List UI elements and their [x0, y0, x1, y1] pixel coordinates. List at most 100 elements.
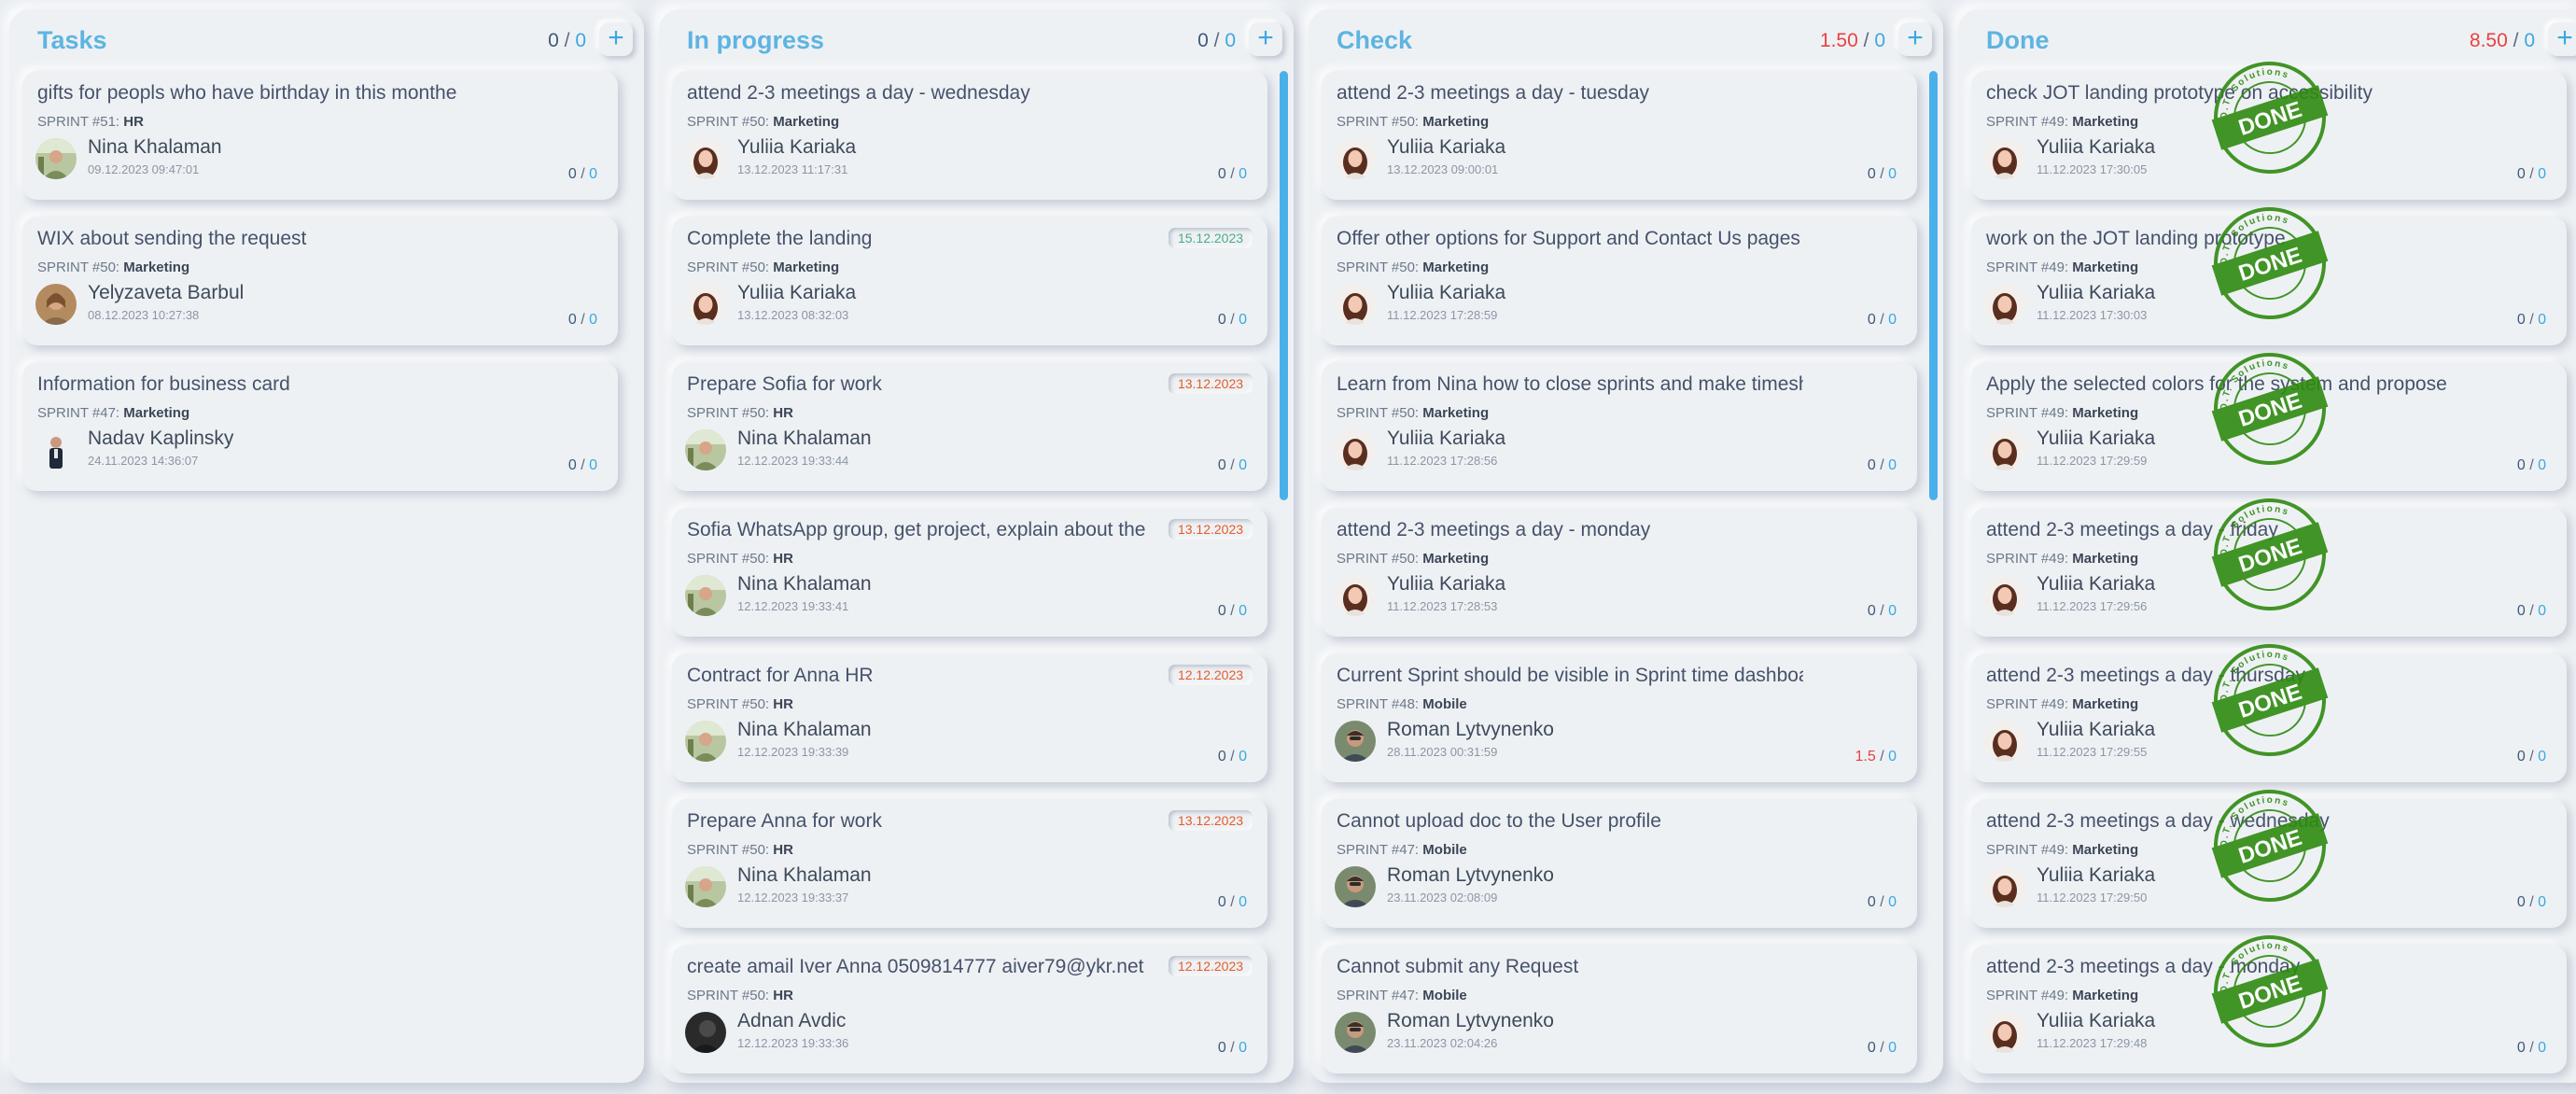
avatar — [685, 138, 726, 179]
task-card[interactable]: Apply the selected colors for the system… — [1971, 350, 2567, 491]
task-card[interactable]: Offer other options for Support and Cont… — [1322, 217, 1917, 345]
count-separator: / — [1875, 603, 1889, 619]
sprint-number: SPRINT #50: — [687, 988, 770, 1003]
task-card[interactable]: Cannot upload doc to the User profile SPR… — [1322, 799, 1917, 928]
task-card[interactable]: Prepare Sofia for work SPRINT #50: HR Nina… — [672, 362, 1267, 491]
avatar — [35, 138, 77, 179]
avatar — [35, 284, 77, 325]
sprint-team: HR — [123, 114, 144, 130]
task-card[interactable]: Information for business card SPRINT #47:… — [22, 362, 618, 491]
count-value: 0 — [2516, 312, 2526, 328]
count-separator: / — [1208, 30, 1225, 51]
avatar — [1335, 138, 1376, 179]
task-card[interactable]: Learn from Nina how to close sprints and… — [1322, 362, 1917, 491]
task-sprint: SPRINT #50: Marketing — [1337, 405, 1489, 421]
count-separator: / — [2525, 749, 2539, 764]
column-header: Check 1.50 / 0 + — [1309, 9, 1943, 75]
count-separator: / — [1875, 457, 1889, 473]
count-separator: / — [1875, 749, 1889, 764]
task-hours-count: 0 / 0 — [1868, 457, 1897, 474]
column-check: Check 1.50 / 0 + attend 2-3 meetings a day … — [1309, 9, 1943, 1083]
avatar — [1984, 721, 2025, 762]
task-hours-count: 0 / 0 — [568, 312, 597, 329]
task-title: Offer other options for Support and Cont… — [1337, 228, 1800, 249]
task-card[interactable]: Complete the landing SPRINT #50: Marketin… — [672, 217, 1267, 345]
task-hours-count: 0 / 0 — [1868, 894, 1897, 911]
task-sprint: SPRINT #49: Marketing — [1986, 259, 2138, 275]
column-title: Done — [1986, 26, 2050, 54]
task-title: Complete the landing — [687, 228, 873, 249]
add-task-button[interactable]: + — [1249, 22, 1282, 56]
task-card[interactable]: attend 2-3 meetings a day - tuesday SPRIN… — [1322, 71, 1917, 200]
task-card[interactable]: attend 2-3 meetings a day - wednesday SPR… — [1971, 787, 2567, 928]
task-card[interactable]: Current Sprint should be visible in Spri… — [1322, 653, 1917, 782]
count-value: 0 — [2516, 749, 2526, 764]
sprint-number: SPRINT #49: — [1986, 259, 2069, 275]
task-card[interactable]: gifts for peopls who have birthday in th… — [22, 71, 618, 200]
count-value: 0 — [2516, 457, 2526, 473]
task-timestamp: 13.12.2023 08:32:03 — [737, 308, 849, 322]
count-value: 0 — [2516, 1040, 2526, 1056]
count-value: 0 — [567, 166, 577, 182]
task-title: Current Sprint should be visible in Spri… — [1337, 665, 1803, 686]
task-card[interactable]: attend 2-3 meetings a day - friday SPRINT… — [1971, 496, 2567, 637]
assignee-name: Yuliia Kariaka — [2037, 1010, 2156, 1031]
sprint-number: SPRINT #50: — [1337, 405, 1420, 421]
assignee-name: Yuliia Kariaka — [1387, 428, 1506, 449]
task-card[interactable]: Prepare Anna for work SPRINT #50: HR Nina … — [672, 799, 1267, 928]
sprint-number: SPRINT #50: — [687, 259, 770, 275]
sprint-number: SPRINT #47: — [37, 405, 120, 421]
task-card[interactable]: Sofia WhatsApp group, get project, expla… — [672, 508, 1267, 637]
count-separator: / — [1225, 749, 1239, 764]
count-separator: / — [1225, 312, 1239, 328]
task-hours-count: 0 / 0 — [2517, 1040, 2546, 1057]
count-total: 0 — [589, 166, 597, 182]
count-total: 0 — [1239, 457, 1247, 473]
sprint-team: HR — [773, 405, 793, 421]
count-total: 0 — [1225, 30, 1236, 51]
assignee-name: Yuliia Kariaka — [2037, 282, 2156, 303]
task-title: create amail Iver Anna 0509814777 aiver7… — [687, 956, 1144, 977]
task-card[interactable]: attend 2-3 meetings a day - thursday SPRI… — [1971, 641, 2567, 782]
task-card[interactable]: attend 2-3 meetings a day - monday SPRINT… — [1322, 508, 1917, 637]
avatar — [685, 1012, 726, 1053]
count-total: 0 — [1888, 1040, 1897, 1056]
task-sprint: SPRINT #50: Marketing — [1337, 551, 1489, 567]
sprint-team: Marketing — [123, 405, 190, 421]
task-card[interactable]: check JOT landing prototype on accessibi… — [1971, 59, 2567, 200]
sprint-team: Marketing — [1422, 259, 1490, 275]
task-card[interactable]: attend 2-3 meetings a day - monday SPRINT… — [1971, 933, 2567, 1073]
count-total: 0 — [1888, 312, 1897, 328]
column-scrollbar[interactable] — [1280, 71, 1288, 500]
assignee-name: Yuliia Kariaka — [1387, 282, 1506, 303]
task-card[interactable]: work on the JOT landing prototype SPRINT … — [1971, 204, 2567, 345]
task-hours-count: 0 / 0 — [2517, 457, 2546, 474]
task-hours-count: 0 / 0 — [1868, 312, 1897, 329]
count-value: 0 — [1217, 894, 1226, 910]
count-value: 0 — [1867, 166, 1876, 182]
task-sprint: SPRINT #47: Mobile — [1337, 988, 1467, 1003]
task-card[interactable]: Cannot submit any Request SPRINT #47: Mob… — [1322, 945, 1917, 1073]
avatar — [685, 429, 726, 470]
sprint-number: SPRINT #49: — [1986, 114, 2069, 130]
task-sprint: SPRINT #50: HR — [687, 988, 793, 1003]
count-value: 0 — [2516, 603, 2526, 619]
task-card[interactable]: WIX about sending the request SPRINT #50:… — [22, 217, 618, 345]
column-scrollbar[interactable] — [1929, 71, 1938, 500]
assignee-name: Yuliia Kariaka — [2037, 136, 2156, 158]
task-card[interactable]: Contract for Anna HR SPRINT #50: HR Nina K… — [672, 653, 1267, 782]
sprint-team: Marketing — [2072, 259, 2139, 275]
task-card[interactable]: create amail Iver Anna 0509814777 aiver7… — [672, 945, 1267, 1073]
task-sprint: SPRINT #50: Marketing — [687, 259, 839, 275]
column-hours-count: 0 / 0 — [1197, 30, 1236, 52]
add-task-button[interactable]: + — [1898, 22, 1932, 56]
add-task-button[interactable]: + — [599, 22, 633, 56]
task-sprint: SPRINT #50: Marketing — [1337, 259, 1489, 275]
count-total: 0 — [1888, 457, 1897, 473]
avatar — [1335, 1012, 1376, 1053]
task-timestamp: 23.11.2023 02:04:26 — [1387, 1036, 1498, 1050]
add-task-button[interactable]: + — [2548, 22, 2576, 56]
column-title: Check — [1337, 26, 1413, 54]
task-card[interactable]: attend 2-3 meetings a day - wednesday SPR… — [672, 71, 1267, 200]
task-timestamp: 11.12.2023 17:28:53 — [1387, 599, 1498, 613]
